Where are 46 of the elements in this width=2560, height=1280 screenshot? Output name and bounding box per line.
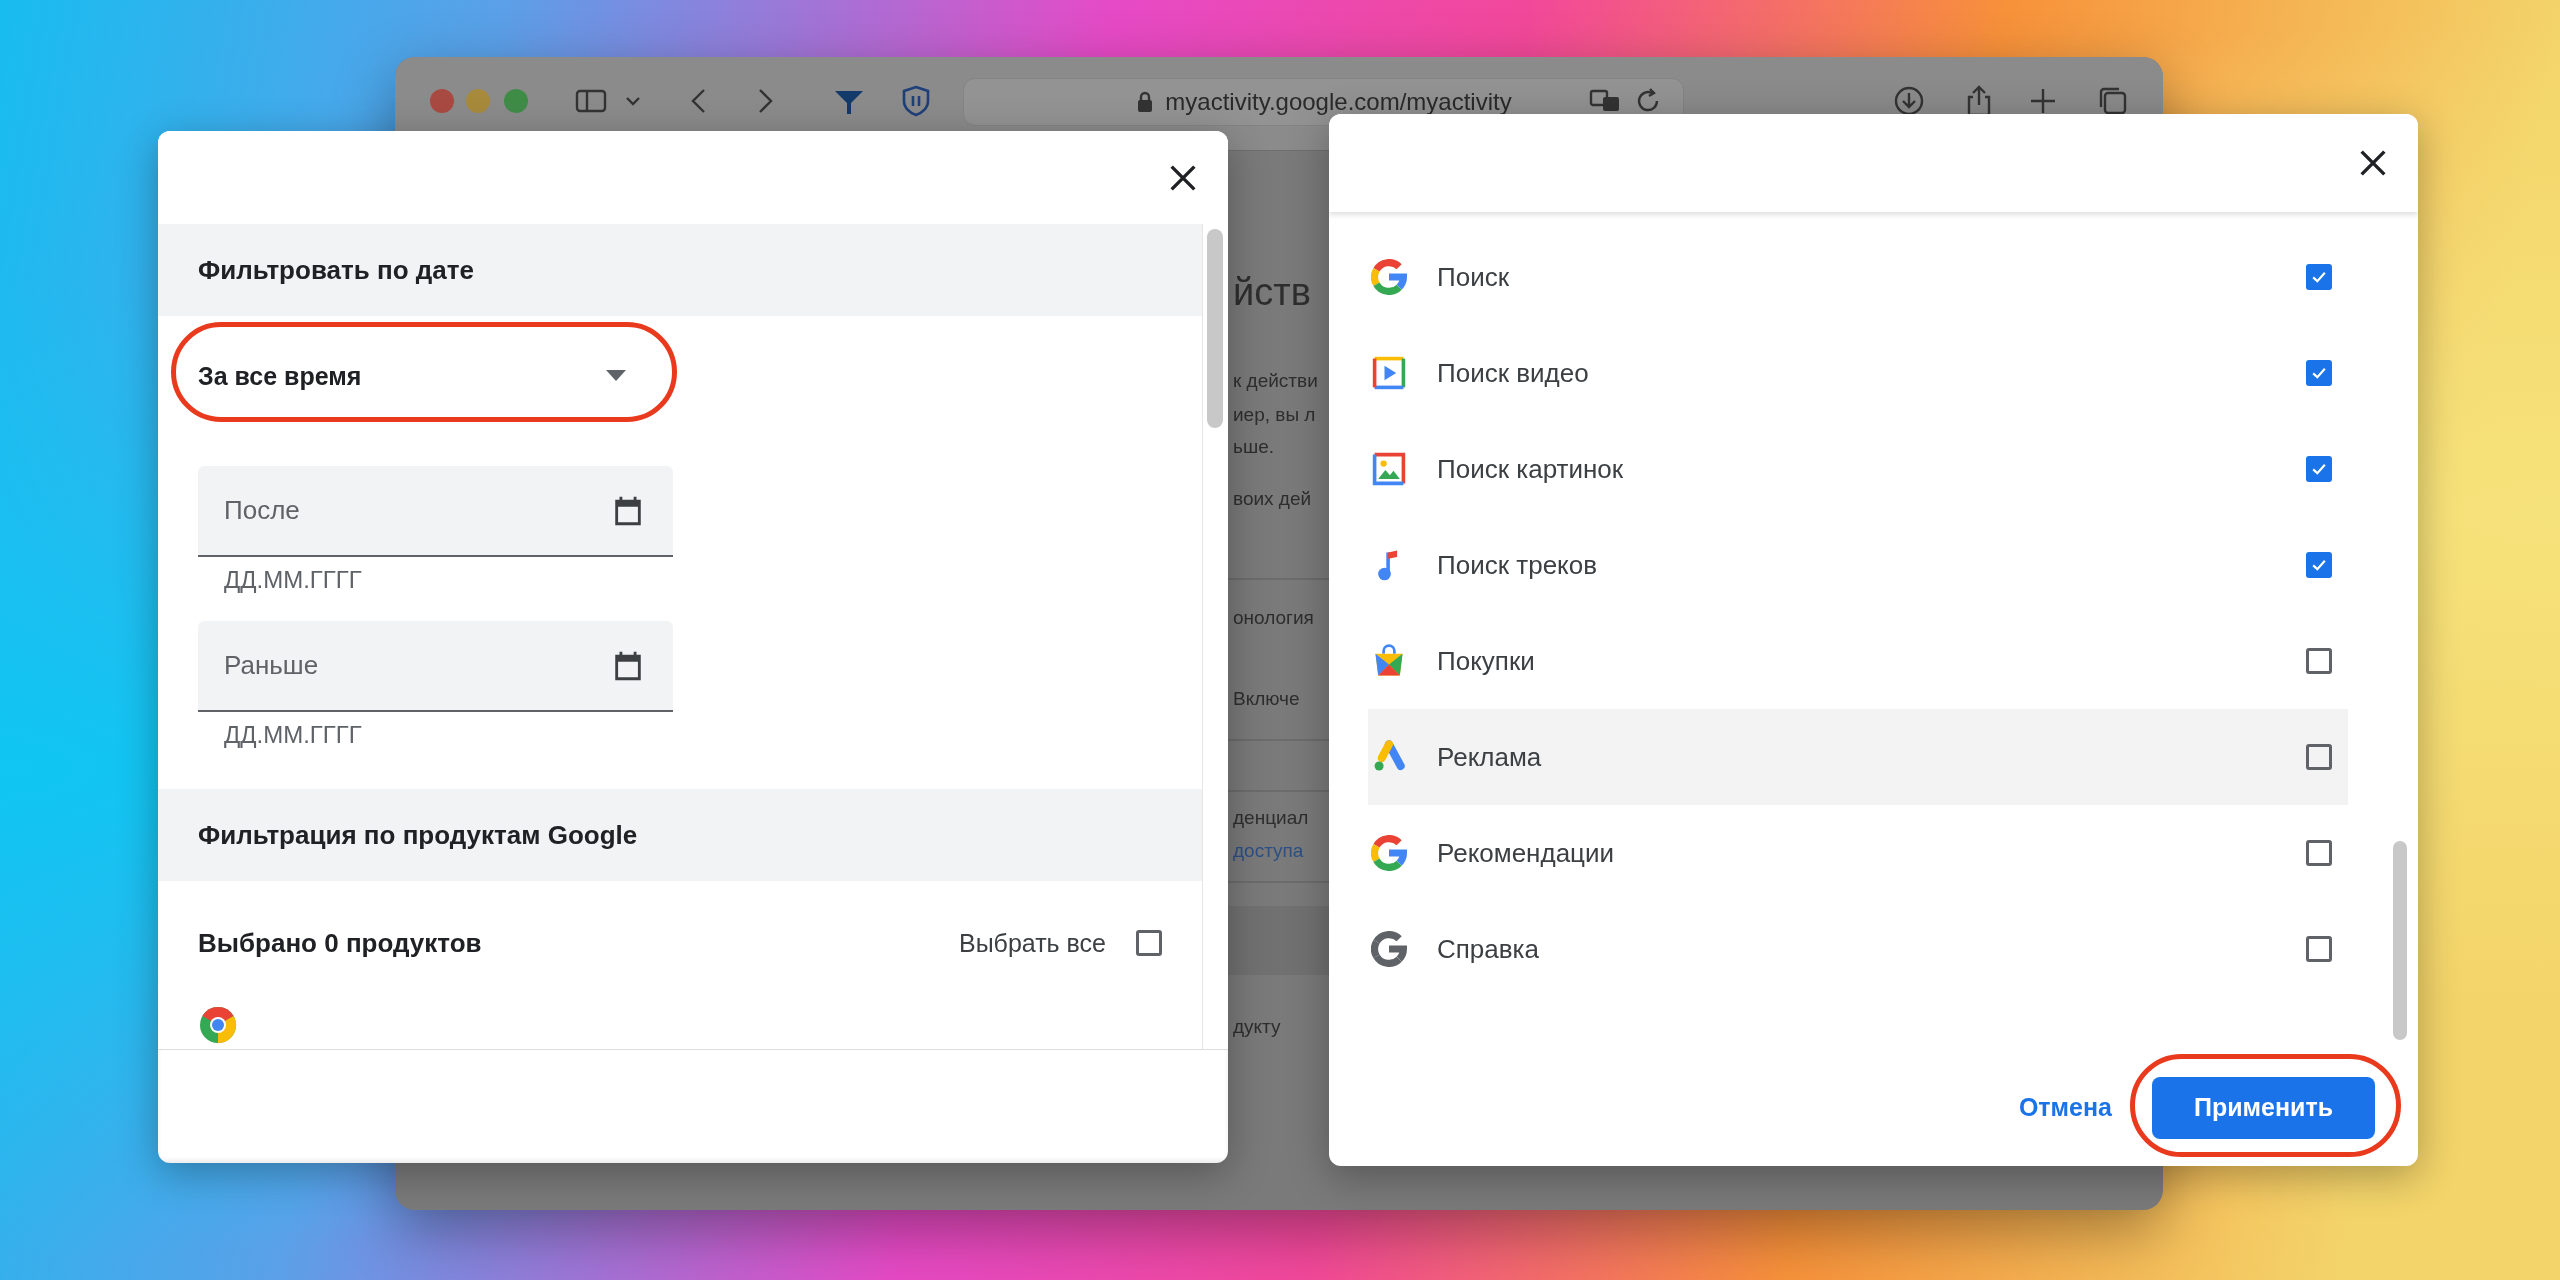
scrollbar-thumb[interactable] [2393,841,2407,1040]
checkbox[interactable] [2306,744,2332,770]
page-text: Включе [1233,688,1301,710]
section-title: Фильтрация по продуктам Google [198,819,638,851]
page-text: онология [1233,607,1315,629]
product-row[interactable]: Поиск видео [1368,325,2348,421]
checkbox[interactable] [2306,552,2332,578]
cancel-button[interactable]: Отмена [2014,1085,2116,1130]
checkbox[interactable] [2306,648,2332,674]
product-row[interactable]: Покупки [1368,613,2348,709]
product-row[interactable]: Поиск треков [1368,517,2348,613]
google-g-icon [1371,259,1407,295]
product-row[interactable]: Поиск [1368,229,2348,325]
date-format-hint: ДД.ММ.ГГГГ [224,721,362,749]
play-square-icon [1371,355,1407,391]
page-text: ьше. [1233,436,1275,458]
image-icon [1371,451,1407,487]
chrome-icon [198,1005,238,1045]
checkbox[interactable] [1136,930,1162,956]
selected-count: Выбрано 0 продуктов [198,927,483,959]
checkbox[interactable] [2306,840,2332,866]
scrollbar-thumb[interactable] [1207,229,1223,428]
product-row[interactable]: Реклама [1368,709,2348,805]
date-field[interactable]: После [198,466,673,557]
date-range-dropdown[interactable]: За все время [182,336,642,416]
section-title: Фильтровать по дате [198,254,474,286]
page-text: денциал [1233,807,1310,829]
product-row[interactable]: Поиск картинок [1368,421,2348,517]
checkbox[interactable] [2306,456,2332,482]
product-row[interactable]: Справка [1368,901,2348,997]
page-text: иер, вы л [1233,404,1317,426]
date-field[interactable]: Раньше [198,621,673,712]
checkbox[interactable] [2306,936,2332,962]
select-all-label: Выбрать все [958,928,1106,958]
product-row[interactable]: Рекомендации [1368,805,2348,901]
google-g-icon [1371,931,1407,967]
date-format-hint: ДД.ММ.ГГГГ [224,566,362,594]
google-g-icon [1371,835,1407,871]
checkbox[interactable] [2306,360,2332,386]
page-title: йств [1233,271,1312,314]
page-text: дукту [1233,1016,1282,1038]
apply-button[interactable]: Применить [2152,1076,2375,1139]
caret-icon [606,370,626,382]
page-text: к действи [1233,370,1319,392]
checkbox[interactable] [2306,264,2332,290]
page-text: воих дей [1233,488,1313,510]
